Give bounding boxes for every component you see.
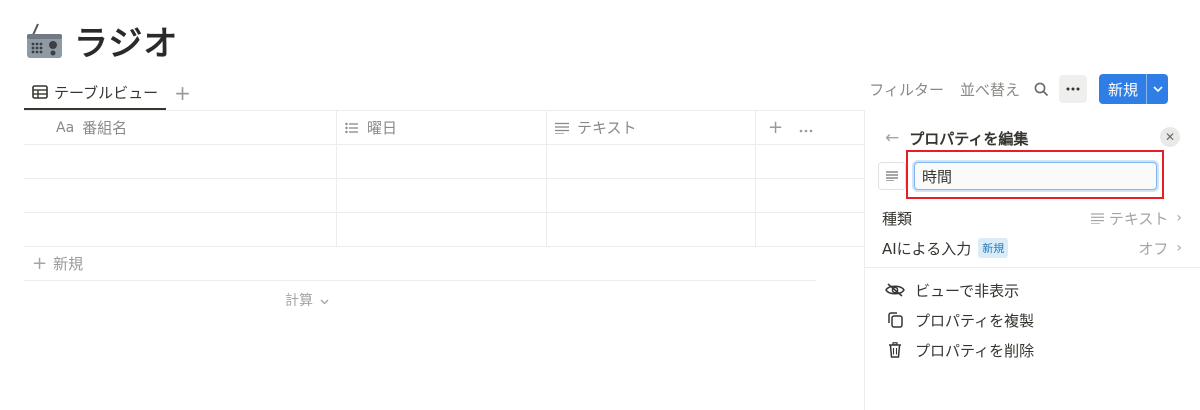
ellipsis-icon — [799, 129, 813, 132]
ai-label: AIによる入力 新規 — [882, 238, 1009, 259]
tab-table-view[interactable]: テーブルビュー — [24, 76, 167, 110]
add-row-label: 新規 — [53, 255, 84, 273]
tab-label: テーブルビュー — [54, 83, 159, 102]
property-name-input[interactable] — [914, 162, 1157, 190]
table-cell[interactable] — [337, 179, 547, 212]
panel-title: プロパティを編集 — [909, 129, 1029, 148]
database-toolbar: フィルター 並べ替え 新規 — [853, 74, 1168, 104]
action-label: プロパティを削除 — [915, 341, 1035, 360]
search-button[interactable] — [1034, 82, 1049, 97]
new-button[interactable]: 新規 — [1098, 74, 1146, 104]
column-options-button[interactable] — [799, 119, 813, 137]
edit-property-panel: ← プロパティを編集 ✕ 種類 テキスト › AIによる入力 新規 — [864, 110, 1200, 410]
table-cell[interactable] — [24, 145, 337, 178]
page-title[interactable]: ラジオ — [74, 16, 178, 65]
hide-in-view-button[interactable]: ビューで非表示 — [885, 278, 1019, 302]
table-cell[interactable] — [24, 179, 337, 212]
column-header-day[interactable]: 曜日 — [337, 111, 547, 144]
sort-button[interactable]: 並べ替え — [960, 79, 1020, 100]
back-arrow-icon[interactable]: ← — [885, 128, 899, 148]
property-type-row[interactable]: 種類 テキスト › — [882, 205, 1182, 231]
filter-button[interactable]: フィルター — [869, 79, 944, 100]
table-cell[interactable] — [337, 145, 547, 178]
text-icon — [886, 171, 898, 181]
table-cell — [756, 179, 864, 212]
panel-divider — [865, 267, 1200, 268]
add-view-button[interactable]: + — [174, 83, 191, 103]
delete-property-button[interactable]: プロパティを削除 — [885, 338, 1034, 362]
table-cell[interactable] — [24, 213, 337, 246]
close-icon[interactable]: ✕ — [1160, 127, 1180, 147]
ai-value: オフ › — [1138, 238, 1182, 259]
add-property-button[interactable]: + — [768, 117, 783, 138]
type-label: 種類 — [882, 209, 913, 228]
type-value: テキスト › — [1090, 208, 1182, 229]
database-table: Aa 番組名 曜日 テキスト + + 新規 計算 — [24, 110, 864, 309]
ellipsis-icon — [1066, 87, 1080, 91]
chevron-down-icon — [320, 299, 329, 305]
table-cell[interactable] — [337, 213, 547, 246]
eye-off-icon — [885, 283, 905, 297]
type-value-label: テキスト — [1108, 209, 1169, 228]
view-tabbar: テーブルビュー + — [24, 76, 191, 110]
page-header: ラジオ — [24, 16, 178, 65]
ai-autofill-row[interactable]: AIによる入力 新規 オフ › — [882, 235, 1182, 261]
plus-icon: + — [32, 253, 48, 274]
column-header-actions: + — [756, 111, 864, 144]
panel-header: ← プロパティを編集 ✕ — [885, 126, 1180, 150]
radio-icon[interactable] — [24, 21, 64, 61]
column-label: 曜日 — [367, 119, 398, 137]
property-type-button[interactable] — [878, 162, 906, 190]
duplicate-property-button[interactable]: プロパティを複製 — [885, 308, 1034, 332]
table-row[interactable] — [24, 179, 864, 213]
action-label: ビューで非表示 — [915, 281, 1020, 300]
table-cell — [756, 145, 864, 178]
table-icon — [32, 85, 48, 99]
table-cell[interactable] — [547, 213, 756, 246]
ai-label-text: AIによる入力 — [882, 239, 972, 258]
new-dropdown-button[interactable] — [1146, 74, 1168, 104]
more-options-button[interactable] — [1058, 75, 1087, 103]
column-label: 番組名 — [82, 119, 128, 137]
ai-value-label: オフ — [1138, 239, 1169, 258]
chevron-right-icon: › — [1176, 210, 1182, 226]
table-row[interactable] — [24, 213, 864, 247]
new-button-group: 新規 — [1098, 74, 1168, 104]
column-header-title[interactable]: Aa 番組名 — [24, 111, 337, 144]
table-cell[interactable] — [547, 179, 756, 212]
action-label: プロパティを複製 — [915, 311, 1035, 330]
calc-label: 計算 — [285, 293, 313, 309]
table-cell[interactable] — [547, 145, 756, 178]
new-badge: 新規 — [978, 238, 1009, 258]
duplicate-icon — [888, 312, 903, 328]
add-row-button[interactable]: + 新規 — [24, 247, 816, 281]
table-header: Aa 番組名 曜日 テキスト + — [24, 110, 864, 145]
chevron-right-icon: › — [1176, 240, 1182, 256]
title-icon: Aa — [56, 119, 75, 136]
trash-icon — [889, 342, 901, 358]
chevron-down-icon — [1152, 86, 1163, 92]
calculate-button[interactable]: 計算 — [285, 290, 329, 310]
multi-select-icon — [345, 122, 359, 134]
search-icon — [1034, 82, 1049, 96]
text-icon — [555, 122, 569, 134]
column-label: テキスト — [577, 119, 637, 137]
column-header-text[interactable]: テキスト — [547, 111, 756, 144]
table-row[interactable] — [24, 145, 864, 179]
table-cell — [756, 213, 864, 246]
text-icon — [1090, 212, 1104, 224]
